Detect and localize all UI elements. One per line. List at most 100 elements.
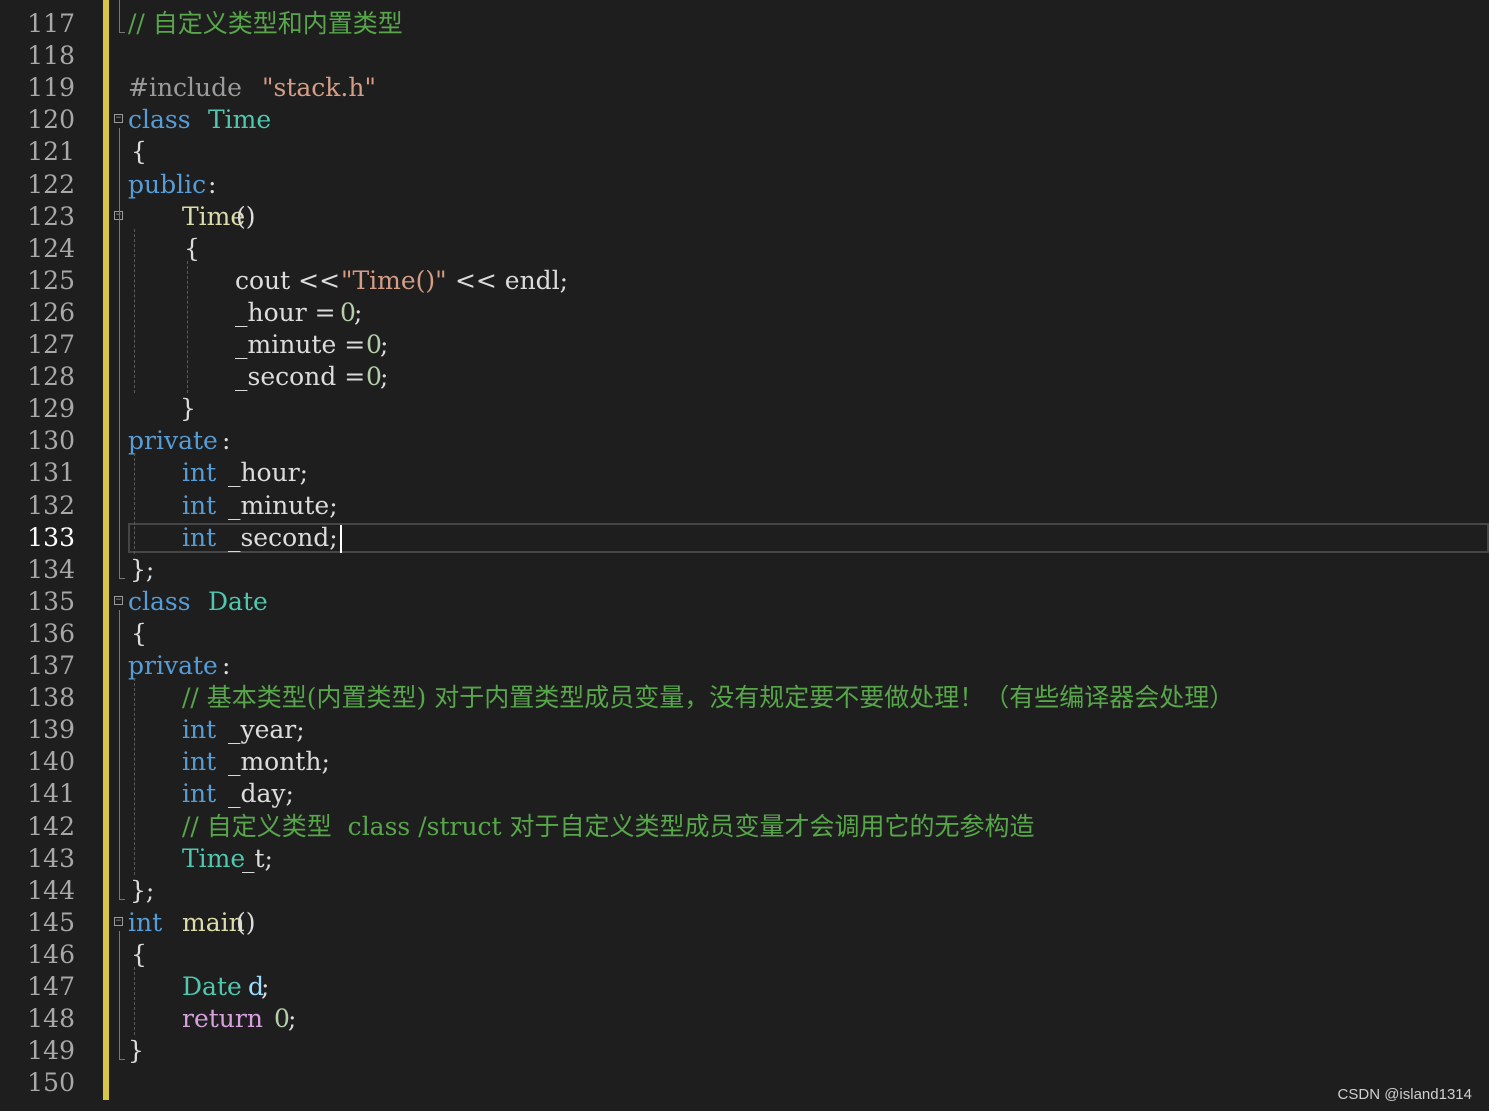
- watermark: CSDN @island1314: [1337, 1086, 1472, 1103]
- line-number: 128: [27, 362, 75, 392]
- keyword: int: [182, 522, 217, 552]
- block-bracket: [119, 609, 125, 900]
- code-text: ;: [354, 297, 363, 327]
- code-line[interactable]: 136 {: [0, 618, 1489, 650]
- code-line[interactable]: 134};: [0, 554, 1489, 586]
- code-line[interactable]: 117 // 自定义类型和内置类型: [0, 8, 1489, 40]
- keyword: int: [182, 490, 217, 520]
- code-text: ;: [288, 1004, 297, 1034]
- code-line[interactable]: 138 // 基本类型(内置类型) 对于内置类型成员变量，没有规定要不要做处理！（…: [0, 682, 1489, 714]
- keyword: public: [128, 169, 207, 199]
- preprocessor: #include: [128, 73, 250, 103]
- code-text: {: [131, 618, 147, 648]
- comment: // 自定义类型 class /struct 对于自定义类型成员变量才会调用它的…: [182, 811, 1035, 841]
- line-number: 137: [27, 651, 75, 680]
- line-number: 130: [27, 426, 75, 456]
- code-line[interactable]: 147 Date d;: [0, 971, 1489, 1003]
- line-number: 150: [27, 1068, 75, 1098]
- code-text: _year;: [220, 715, 305, 745]
- line-number: 131: [27, 458, 75, 488]
- line-number: 121: [27, 137, 75, 167]
- line-number: 118: [27, 41, 75, 71]
- code-line[interactable]: 129}: [0, 393, 1489, 425]
- code-editor[interactable]: 117 // 自定义类型和内置类型 118 119 #include "stack.h"…: [0, 0, 1489, 1111]
- code-line[interactable]: 135 − class Date: [0, 586, 1489, 618]
- line-number: 147: [27, 972, 75, 1001]
- line-number: 140: [27, 747, 75, 777]
- string-literal: "stack.h": [262, 73, 376, 103]
- code-line[interactable]: 143 Time _t;: [0, 843, 1489, 875]
- line-number: 117: [27, 9, 75, 38]
- text-caret: [340, 522, 342, 554]
- code-line[interactable]: 133 int _second;: [0, 522, 1489, 554]
- keyword: int: [182, 747, 217, 777]
- code-line[interactable]: 132 int _minute;: [0, 490, 1489, 522]
- code-text: :: [222, 651, 231, 680]
- string-literal: "Time()": [341, 265, 447, 295]
- code-line[interactable]: 140 int _month;: [0, 746, 1489, 778]
- code-text: };: [130, 554, 155, 584]
- code-text: _second =: [235, 362, 374, 392]
- code-line[interactable]: 131 int _hour;: [0, 457, 1489, 489]
- keyword: int: [182, 779, 217, 809]
- code-line[interactable]: 144};: [0, 875, 1489, 907]
- code-line[interactable]: 145− int main(): [0, 907, 1489, 939]
- code-line[interactable]: 149}: [0, 1035, 1489, 1067]
- code-line[interactable]: 142 // 自定义类型 class /struct 对于自定义类型成员变量才会调…: [0, 811, 1489, 843]
- line-number: 141: [27, 779, 75, 809]
- code-line[interactable]: 126 _hour = 0;: [0, 297, 1489, 329]
- code-text: ;: [380, 362, 389, 392]
- code-line[interactable]: 118: [0, 40, 1489, 72]
- code-line[interactable]: 121 {: [0, 136, 1489, 168]
- code-line[interactable]: 127 _minute = 0;: [0, 329, 1489, 361]
- code-line[interactable]: 148 return 0;: [0, 1003, 1489, 1035]
- indent-guide: [134, 678, 135, 875]
- line-number: 144: [27, 875, 75, 905]
- code-text: :: [222, 426, 231, 456]
- code-line[interactable]: 124{: [0, 233, 1489, 265]
- code-line[interactable]: 119 #include "stack.h": [0, 72, 1489, 104]
- code-text: };: [130, 875, 155, 905]
- indent-guide: [134, 453, 135, 554]
- collapse-icon[interactable]: −: [114, 916, 123, 926]
- code-text: ;: [261, 972, 270, 1001]
- code-text: _hour =: [235, 297, 344, 327]
- code-text: }: [128, 1036, 144, 1066]
- code-line[interactable]: 128 _second = 0;: [0, 361, 1489, 393]
- code-text: }: [180, 394, 196, 424]
- code-text: _day;: [220, 779, 294, 809]
- code-line[interactable]: 139 int _year;: [0, 714, 1489, 746]
- line-number: 135: [27, 586, 75, 616]
- keyword: int: [182, 458, 217, 488]
- code-text: _hour;: [220, 458, 309, 488]
- code-line[interactable]: 122 public:: [0, 169, 1489, 201]
- line-number: 129: [27, 394, 75, 424]
- collapse-icon[interactable]: −: [114, 595, 123, 605]
- code-line[interactable]: 137 private:: [0, 650, 1489, 682]
- code-line[interactable]: 123− Time(): [0, 201, 1489, 233]
- code-line[interactable]: 150: [0, 1067, 1489, 1099]
- line-number: 145: [27, 907, 75, 937]
- keyword: int: [128, 907, 163, 937]
- block-bracket: [119, 128, 125, 579]
- line-number: 126: [27, 297, 75, 327]
- code-line[interactable]: 120 − class Time: [0, 104, 1489, 136]
- type-name: Date: [208, 586, 268, 616]
- line-number: 138: [27, 683, 75, 713]
- code-line[interactable]: 146{: [0, 939, 1489, 971]
- comment: // 自定义类型和内置类型: [128, 9, 403, 38]
- line-number: 123: [27, 201, 75, 231]
- code-text: _minute;: [220, 490, 338, 520]
- control-keyword: return: [182, 1004, 263, 1034]
- indent-guide: [134, 966, 135, 1036]
- block-bracket: [119, 0, 125, 33]
- line-number: 120: [27, 105, 75, 135]
- code-line[interactable]: 125 cout << "Time()" << endl;: [0, 265, 1489, 297]
- code-line[interactable]: 130 private:: [0, 425, 1489, 457]
- collapse-icon[interactable]: −: [114, 114, 123, 124]
- code-line[interactable]: 141 int _day;: [0, 778, 1489, 810]
- indent-guide: [187, 260, 188, 394]
- line-number: 133: [27, 522, 75, 552]
- code-text: ;: [380, 330, 389, 359]
- comment: // 基本类型(内置类型) 对于内置类型成员变量，没有规定要不要做处理！（有些编…: [182, 683, 1235, 713]
